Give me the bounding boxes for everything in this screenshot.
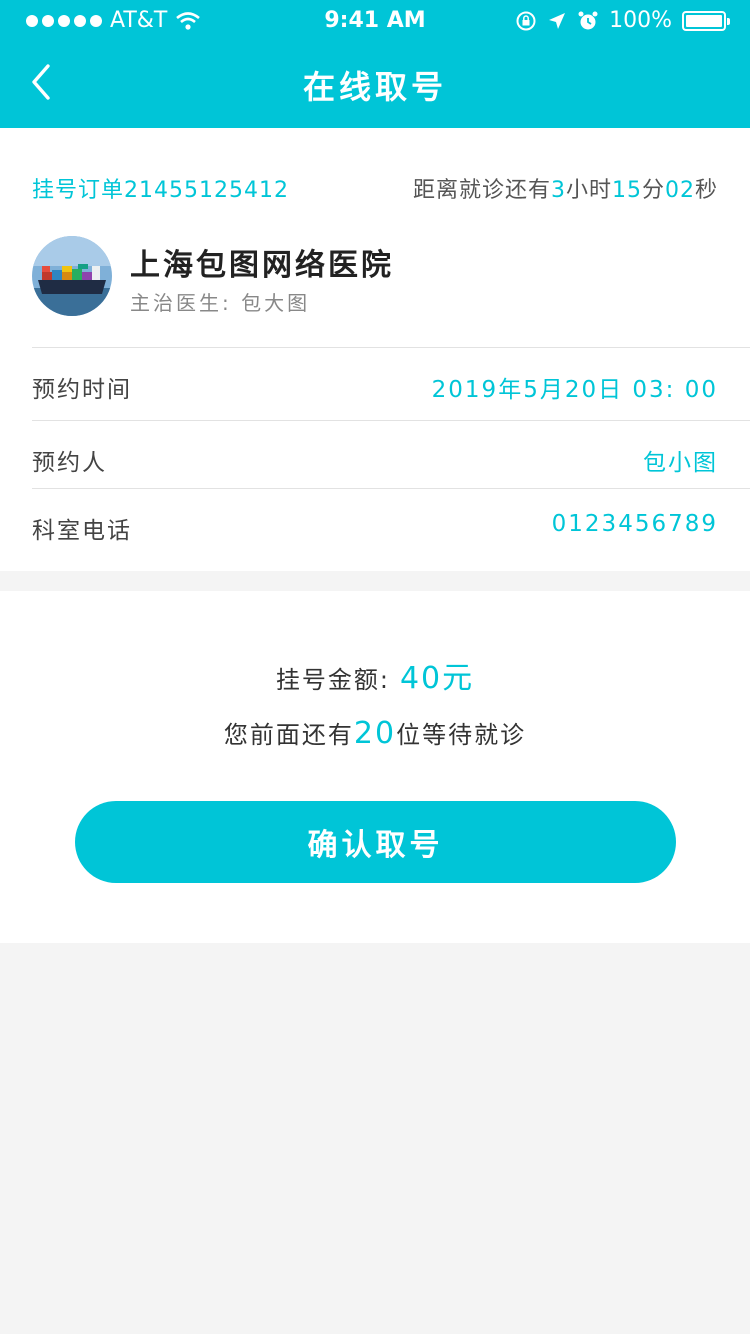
fee-line: 挂号金额: 40元 [0, 653, 750, 697]
countdown-minutes: 15 [611, 178, 642, 203]
detail-value: 2019年5月20日 03: 00 [431, 377, 718, 403]
page-title: 在线取号 [302, 68, 447, 106]
detail-row-patient: 预约人 包小图 [32, 420, 750, 490]
confirm-ticket-button[interactable]: 确认取号 [75, 801, 676, 883]
hospital-avatar-ship-image [32, 236, 112, 316]
detail-label: 预约人 [32, 450, 107, 476]
hospital-name: 上海包图网络医院 [130, 248, 394, 283]
fee-amount: 40元 [399, 661, 475, 696]
alarm-icon [578, 11, 598, 29]
countdown-seconds: 02 [664, 178, 695, 203]
detail-value: 包小图 [643, 450, 718, 476]
visit-countdown: 距离就诊还有3小时15分02秒 [413, 172, 718, 204]
queue-prefix: 您前面还有 [223, 721, 354, 749]
doctor-name: 包大图 [241, 291, 311, 315]
doctor-label: 主治医生: [130, 291, 232, 315]
order-number-value: 21455125412 [124, 178, 289, 203]
countdown-hours: 3 [550, 178, 566, 203]
countdown-minutes-unit: 分 [641, 178, 665, 203]
queue-suffix: 位等待就诊 [396, 721, 527, 749]
payment-card: 挂号金额: 40元 您前面还有20位等待就诊 确认取号 [0, 591, 750, 943]
battery-percent: 100% [609, 8, 672, 33]
rotation-lock-icon [516, 11, 536, 30]
doctor-info: 主治医生: 包大图 [130, 287, 310, 316]
queue-count: 20 [353, 716, 397, 751]
status-right: 100% [515, 8, 730, 33]
queue-line: 您前面还有20位等待就诊 [0, 715, 750, 751]
countdown-seconds-unit: 秒 [694, 178, 718, 203]
countdown-prefix: 距离就诊还有 [412, 178, 551, 203]
location-arrow-icon [549, 12, 566, 29]
appointment-card: 挂号订单21455125412 距离就诊还有3小时15分02秒 上海包图网络医院… [0, 128, 750, 571]
detail-row-time: 预约时间 2019年5月20日 03: 00 [32, 347, 750, 417]
order-label: 挂号订单 [32, 178, 125, 203]
detail-label: 科室电话 [32, 518, 132, 544]
battery-icon [682, 10, 730, 31]
order-number: 挂号订单21455125412 [32, 172, 289, 204]
detail-label: 预约时间 [32, 377, 132, 403]
status-bar: AT&T 9:41 AM 100% [0, 0, 750, 44]
department-phone-link[interactable]: 0123456789 [552, 511, 718, 537]
detail-row-phone[interactable]: 科室电话 0123456789 [32, 488, 750, 558]
header-bar: AT&T 9:41 AM 100% 在线取号 [0, 0, 750, 128]
fee-label: 挂号金额: [275, 666, 390, 694]
countdown-hours-unit: 小时 [565, 178, 612, 203]
